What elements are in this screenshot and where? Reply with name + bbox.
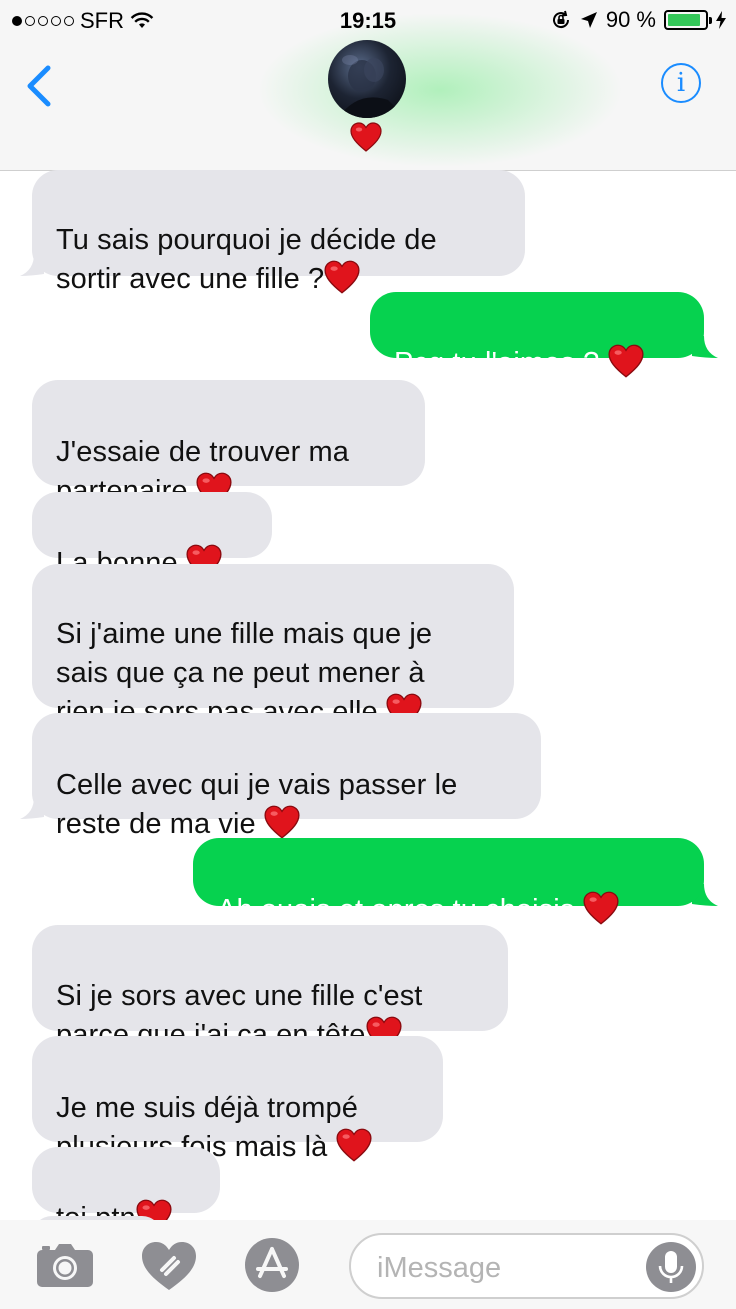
microphone-button[interactable] (646, 1242, 696, 1292)
info-icon: i (676, 68, 686, 98)
battery-fill (668, 14, 701, 26)
message-text: Celle avec qui je vais passer le reste d… (56, 769, 458, 840)
received-message-bubble[interactable]: Si j'aime une fille mais que je sais que… (32, 564, 514, 728)
received-message-bubble[interactable]: Tu sais pourquoi je décide de sortir ave… (32, 170, 525, 295)
message-text: Tu sais pourquoi je décide de sortir ave… (56, 224, 437, 295)
heart-emoji-icon (336, 1128, 372, 1162)
camera-icon[interactable] (36, 1242, 94, 1288)
battery-percent: 90 % (605, 7, 656, 32)
contact-name-heart-icon[interactable] (350, 122, 382, 152)
message-thread[interactable]: Tu sais pourquoi je décide de sortir ave… (0, 170, 736, 1220)
received-message-bubble[interactable]: Si je sors avec une fille c'est parce qu… (32, 925, 508, 1051)
message-input-bar (0, 1220, 736, 1309)
imessage-field[interactable] (349, 1233, 704, 1299)
imessage-input[interactable] (375, 1247, 629, 1289)
conversation-header: SFR 19:15 90 % i (0, 0, 736, 171)
received-message-bubble[interactable]: toi ptn (32, 1147, 220, 1220)
charging-bolt-icon (716, 11, 726, 29)
back-chevron-icon (27, 65, 51, 107)
battery-icon (664, 10, 712, 30)
message-text: Pcq tu l'aimes ? (394, 347, 600, 379)
contact-avatar[interactable] (328, 40, 406, 118)
received-message-bubble[interactable]: Celle avec qui je vais passer le reste d… (32, 713, 541, 840)
heart-emoji-icon (583, 891, 619, 925)
digital-touch-icon[interactable] (140, 1240, 198, 1292)
location-arrow-icon (580, 12, 597, 28)
back-button[interactable] (22, 62, 62, 112)
status-right: 90 % (550, 7, 726, 33)
received-message-bubble[interactable]: Je me suis déjà trompé plusieurs fois ma… (32, 1036, 443, 1163)
received-message-bubble[interactable]: J'essaie de trouver ma partenaire (32, 380, 425, 507)
received-message-bubble[interactable]: La bonne (32, 492, 272, 579)
sent-message-bubble[interactable]: Ah ouais et apres tu choisis (193, 838, 704, 926)
app-store-icon (256, 1247, 288, 1278)
heart-emoji-icon (264, 805, 300, 839)
heart-emoji-icon (608, 344, 644, 378)
status-bar: SFR 19:15 90 % (0, 0, 736, 40)
sent-message-bubble[interactable]: Pcq tu l'aimes ? (370, 292, 704, 379)
microphone-icon (658, 1251, 684, 1283)
info-button[interactable]: i (661, 63, 701, 103)
rotation-lock-icon (552, 10, 569, 29)
app-store-button[interactable] (245, 1238, 299, 1292)
heart-emoji-icon (324, 260, 360, 294)
message-text: Si j'aime une fille mais que je sais que… (56, 618, 433, 728)
message-text: Ah ouais et apres tu choisis (217, 894, 575, 926)
